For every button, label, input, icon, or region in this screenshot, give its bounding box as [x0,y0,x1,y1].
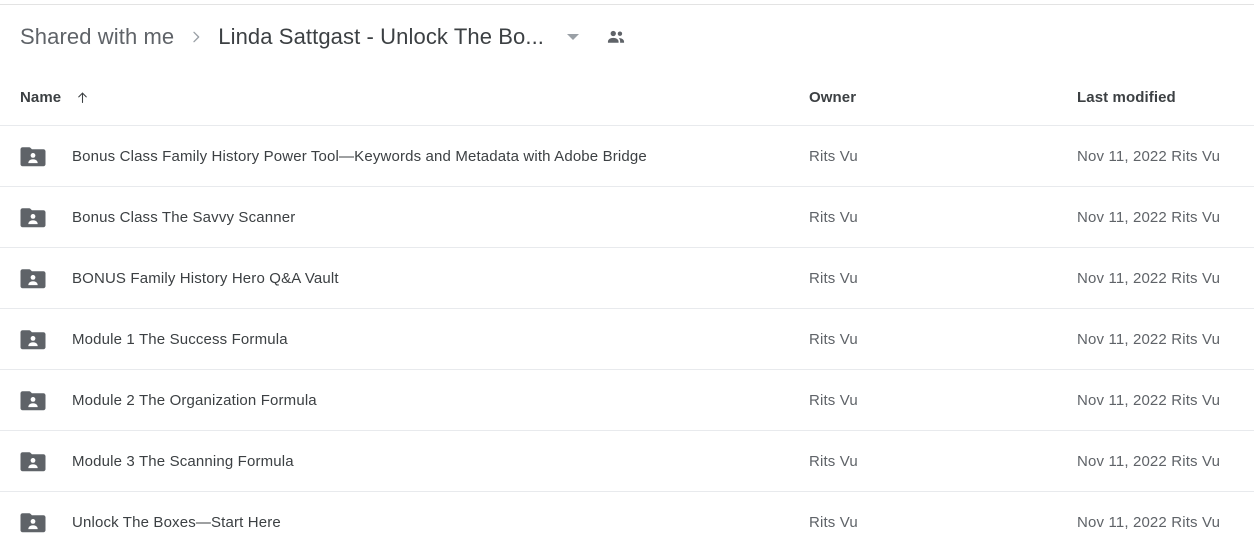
table-row[interactable]: Module 3 The Scanning Formula Rits Vu Nov … [0,431,1254,491]
file-owner-label: Rits Vu [809,452,858,470]
table-row[interactable]: Unlock The Boxes—Start Here Rits Vu Nov 11… [0,492,1254,552]
arrow-up-icon [75,90,90,105]
table-row[interactable]: Bonus Class Family History Power Tool—Ke… [0,126,1254,186]
file-row-owner-cell: Rits Vu [809,492,858,552]
file-row-last-modified-cell: Nov 11, 2022 Rits Vu [1077,248,1220,308]
file-row-last-modified-cell: Nov 11, 2022 Rits Vu [1077,431,1220,491]
file-last-modified-label: Nov 11, 2022 Rits Vu [1077,452,1221,470]
file-owner-label: Rits Vu [809,208,858,226]
file-row-last-modified-cell: Nov 11, 2022 Rits Vu [1077,187,1220,247]
file-row-name-cell[interactable]: Bonus Class Family History Power Tool—Ke… [20,126,647,186]
shared-folder-icon [20,512,46,533]
shared-folder-icon [20,207,46,228]
file-list-header: Name Owner Last modified [0,69,1254,125]
file-last-modified-label: Nov 11, 2022 Rits Vu [1077,208,1221,226]
file-last-modified-label: Nov 11, 2022 Rits Vu [1077,269,1221,287]
chevron-right-icon [188,29,204,45]
shared-folder-icon [20,268,46,289]
file-name-label: Unlock The Boxes—Start Here [72,513,281,531]
table-row[interactable]: Module 2 The Organization Formula Rits Vu… [0,370,1254,430]
file-row-owner-cell: Rits Vu [809,248,858,308]
file-row-owner-cell: Rits Vu [809,126,858,186]
file-row-last-modified-cell: Nov 11, 2022 Rits Vu [1077,309,1220,369]
file-owner-label: Rits Vu [809,147,858,165]
shared-folder-icon [20,146,46,167]
column-header-name-label: Name [20,88,62,106]
file-row-last-modified-cell: Nov 11, 2022 Rits Vu [1077,370,1220,430]
file-row-owner-cell: Rits Vu [809,187,858,247]
shared-folder-icon [20,451,46,472]
file-row-owner-cell: Rits Vu [809,370,858,430]
breadcrumb: Shared with me Linda Sattgast - Unlock T… [0,5,1254,69]
file-name-label: Module 3 The Scanning Formula [72,452,294,470]
table-row[interactable]: Bonus Class The Savvy Scanner Rits Vu Nov … [0,187,1254,247]
file-row-last-modified-cell: Nov 11, 2022 Rits Vu [1077,492,1220,552]
breadcrumb-item-current-folder[interactable]: Linda Sattgast - Unlock The Bo... [218,24,544,50]
file-row-name-cell[interactable]: Unlock The Boxes—Start Here [20,492,281,552]
file-list-body: Bonus Class Family History Power Tool—Ke… [0,126,1254,552]
shared-folder-icon [20,390,46,411]
file-row-name-cell[interactable]: Module 2 The Organization Formula [20,370,317,430]
file-owner-label: Rits Vu [809,391,858,409]
shared-folder-icon [20,329,46,350]
people-icon[interactable] [604,25,628,49]
file-owner-label: Rits Vu [809,269,858,287]
chevron-down-icon[interactable] [562,26,584,48]
column-header-last-modified-label: Last modified [1077,88,1176,106]
table-row[interactable]: BONUS Family History Hero Q&A Vault Rits … [0,248,1254,308]
file-row-name-cell[interactable]: Bonus Class The Savvy Scanner [20,187,295,247]
column-header-last-modified[interactable]: Last modified [1077,69,1176,125]
file-name-label: Bonus Class The Savvy Scanner [72,208,296,226]
column-header-owner[interactable]: Owner [809,69,856,125]
file-name-label: Module 1 The Success Formula [72,330,288,348]
file-row-name-cell[interactable]: BONUS Family History Hero Q&A Vault [20,248,339,308]
file-owner-label: Rits Vu [809,513,858,531]
column-header-owner-label: Owner [809,88,857,106]
file-name-label: Module 2 The Organization Formula [72,391,317,409]
file-row-owner-cell: Rits Vu [809,431,858,491]
file-row-name-cell[interactable]: Module 3 The Scanning Formula [20,431,294,491]
drive-file-browser: Shared with me Linda Sattgast - Unlock T… [0,0,1254,545]
file-last-modified-label: Nov 11, 2022 Rits Vu [1077,330,1221,348]
file-name-label: Bonus Class Family History Power Tool—Ke… [72,147,647,165]
file-list: Name Owner Last modified Bonus Class Fam… [0,69,1254,545]
file-owner-label: Rits Vu [809,330,858,348]
file-row-owner-cell: Rits Vu [809,309,858,369]
file-last-modified-label: Nov 11, 2022 Rits Vu [1077,147,1221,165]
breadcrumb-item-shared-with-me[interactable]: Shared with me [20,24,174,50]
column-header-name[interactable]: Name [20,69,90,125]
file-name-label: BONUS Family History Hero Q&A Vault [72,269,339,287]
file-row-last-modified-cell: Nov 11, 2022 Rits Vu [1077,126,1220,186]
file-last-modified-label: Nov 11, 2022 Rits Vu [1077,513,1221,531]
file-row-name-cell[interactable]: Module 1 The Success Formula [20,309,288,369]
file-last-modified-label: Nov 11, 2022 Rits Vu [1077,391,1221,409]
table-row[interactable]: Module 1 The Success Formula Rits Vu Nov 1… [0,309,1254,369]
